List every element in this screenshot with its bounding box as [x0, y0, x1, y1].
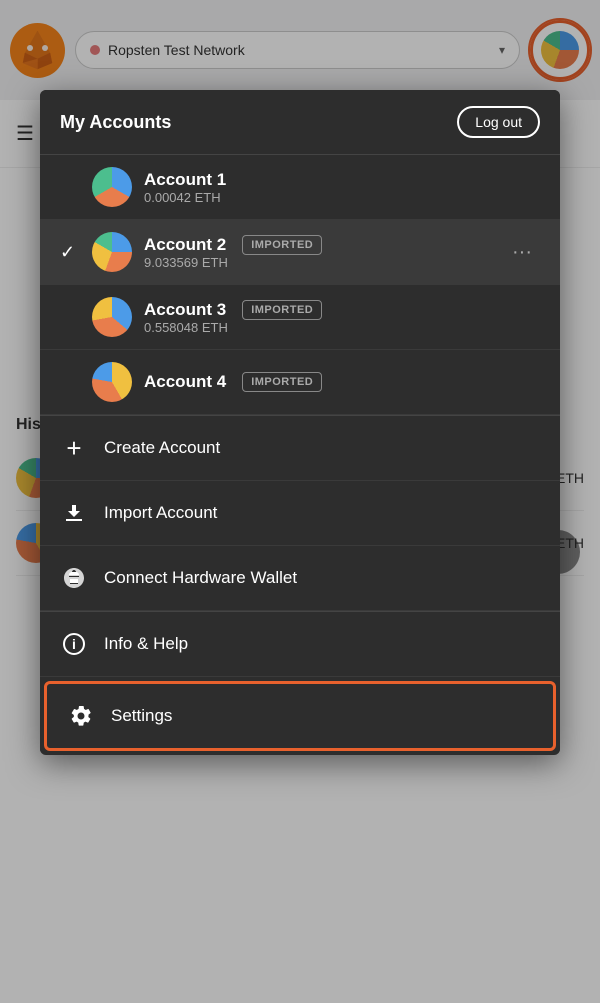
account-balance-2: 9.033569 ETH	[144, 255, 504, 270]
account-item-4[interactable]: Account 4 IMPORTED	[40, 350, 560, 415]
menu-item-info[interactable]: i Info & Help	[40, 612, 560, 677]
import-account-label: Import Account	[104, 503, 217, 523]
imported-badge-3: IMPORTED	[242, 300, 322, 320]
check-mark-3	[60, 307, 80, 328]
account-name-1: Account 1	[144, 170, 540, 190]
account-balance-3: 0.558048 ETH	[144, 320, 540, 335]
info-icon: i	[60, 630, 88, 658]
account-name-3: Account 3	[144, 300, 226, 320]
account-avatar-2	[92, 232, 132, 272]
account-info-1: Account 1 0.00042 ETH	[144, 170, 540, 205]
menu-item-create[interactable]: + Create Account	[40, 416, 560, 481]
hardware-wallet-icon	[60, 564, 88, 592]
menu-item-import[interactable]: Import Account	[40, 481, 560, 546]
settings-icon	[67, 702, 95, 730]
check-mark-2: ✓	[60, 242, 80, 263]
account-balance-1: 0.00042 ETH	[144, 190, 540, 205]
settings-label: Settings	[111, 706, 172, 726]
menu-item-settings[interactable]: Settings	[44, 681, 556, 751]
account-avatar-4	[92, 362, 132, 402]
account-name-4: Account 4	[144, 372, 226, 392]
account-item-3[interactable]: Account 3 IMPORTED 0.558048 ETH	[40, 285, 560, 350]
check-mark-1	[60, 177, 80, 198]
info-label: Info & Help	[104, 634, 188, 654]
account-more-icon-2[interactable]: ···	[504, 237, 540, 268]
account-info-4: Account 4 IMPORTED	[144, 372, 540, 392]
account-item-1[interactable]: Account 1 0.00042 ETH	[40, 155, 560, 220]
logout-button[interactable]: Log out	[457, 106, 540, 138]
accounts-list: Account 1 0.00042 ETH ✓ Account 2 IMPORT…	[40, 155, 560, 415]
imported-badge-4: IMPORTED	[242, 372, 322, 392]
svg-text:i: i	[72, 636, 76, 652]
imported-badge-2: IMPORTED	[242, 235, 322, 255]
accounts-dropdown-panel: My Accounts Log out Account 1 0.00042 ET…	[40, 90, 560, 755]
menu-item-hardware[interactable]: Connect Hardware Wallet	[40, 546, 560, 611]
hardware-wallet-label: Connect Hardware Wallet	[104, 568, 297, 588]
check-mark-4	[60, 372, 80, 393]
account-item-2[interactable]: ✓ Account 2 IMPORTED 9.033569 ETH ···	[40, 220, 560, 285]
account-info-2: Account 2 IMPORTED 9.033569 ETH	[144, 235, 504, 270]
panel-title: My Accounts	[60, 112, 171, 133]
panel-header: My Accounts Log out	[40, 90, 560, 155]
account-name-2: Account 2	[144, 235, 226, 255]
account-avatar-3	[92, 297, 132, 337]
import-account-icon	[60, 499, 88, 527]
create-account-icon: +	[60, 434, 88, 462]
create-account-label: Create Account	[104, 438, 220, 458]
account-info-3: Account 3 IMPORTED 0.558048 ETH	[144, 300, 540, 335]
account-avatar-1	[92, 167, 132, 207]
menu-section: + Create Account Import Account Connect …	[40, 416, 560, 751]
